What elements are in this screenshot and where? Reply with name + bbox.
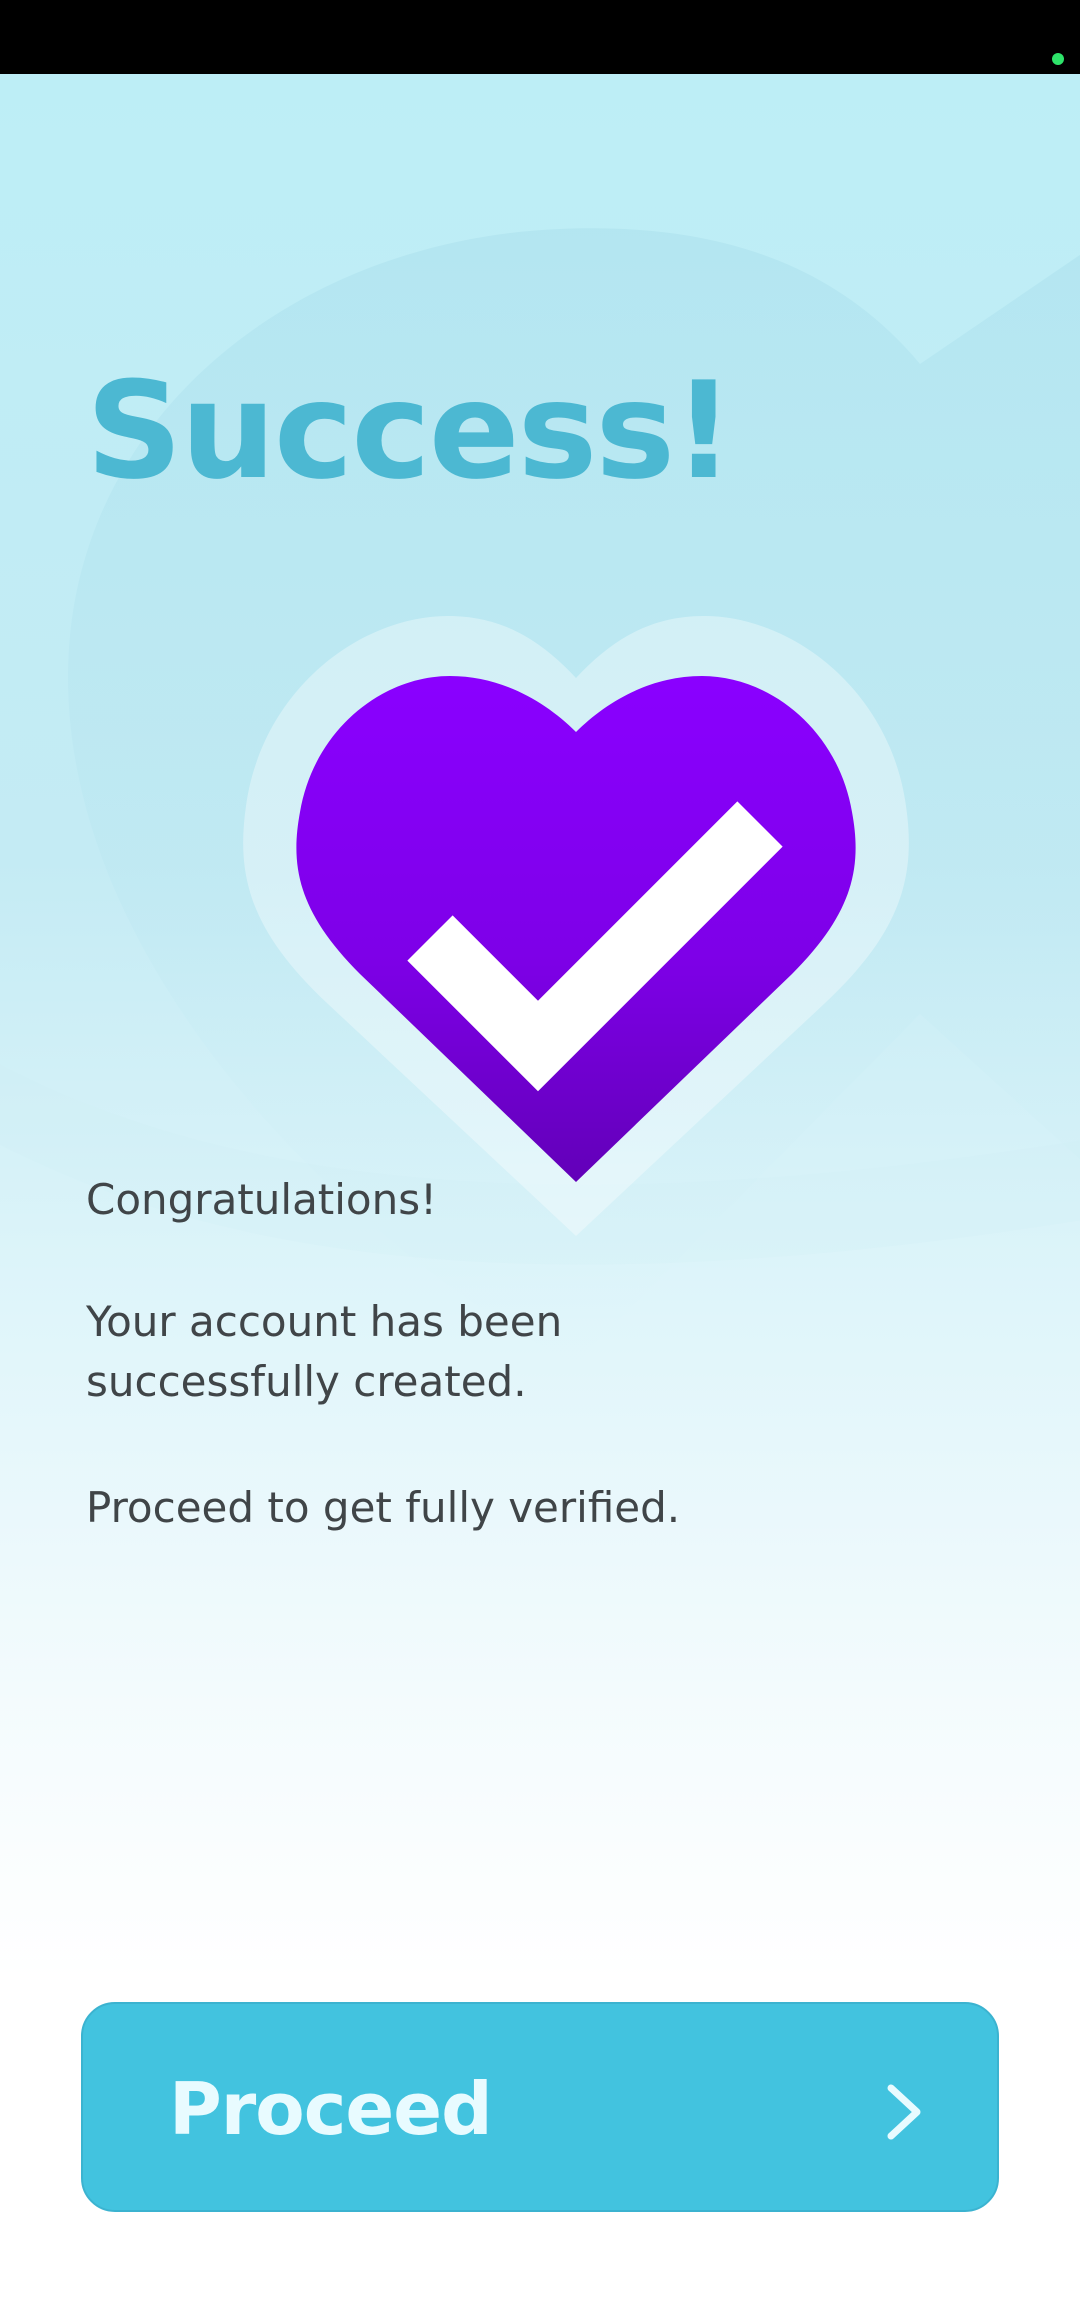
heart-checkmark-icon: [243, 616, 909, 1236]
success-screen: Success! Congratulations! Your account h…: [0, 74, 1080, 2316]
proceed-button[interactable]: Proceed: [81, 2002, 999, 2212]
page-title: Success!: [86, 353, 734, 509]
chevron-right-icon: [887, 2084, 921, 2140]
congratulations-text: Congratulations!: [86, 1175, 437, 1224]
proceed-button-label: Proceed: [169, 2067, 493, 2151]
verification-prompt-text: Proceed to get fully verified.: [86, 1483, 681, 1532]
status-indicator-dot: [1052, 53, 1064, 65]
status-bar: [0, 0, 1080, 74]
account-created-text: Your account has been successfully creat…: [86, 1297, 563, 1406]
